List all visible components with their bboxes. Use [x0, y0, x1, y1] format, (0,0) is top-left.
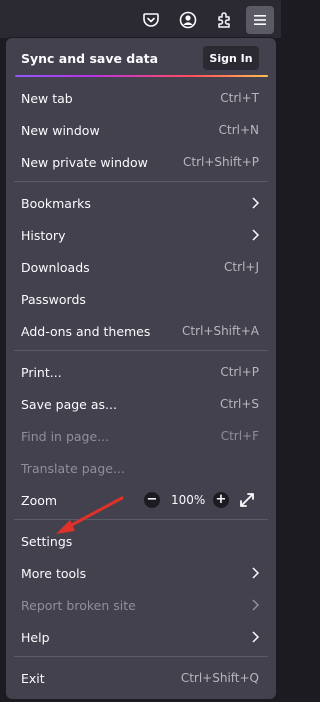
menu-item-label: Downloads	[21, 260, 90, 275]
menu-item-label: New window	[21, 123, 100, 138]
menu-item-bookmarks[interactable]: Bookmarks	[6, 188, 276, 218]
separator	[14, 656, 268, 657]
menu-item-new-private-window[interactable]: New private window Ctrl+Shift+P	[6, 147, 276, 177]
accent-divider	[15, 75, 268, 77]
sync-row[interactable]: Sync and save data Sign In	[6, 38, 276, 78]
separator	[14, 519, 268, 520]
shortcut-label: Ctrl+F	[220, 429, 259, 443]
menu-item-zoom: Zoom − 100% +	[6, 485, 276, 515]
account-icon	[179, 11, 197, 29]
menu-item-label: More tools	[21, 566, 87, 581]
chevron-right-icon	[252, 567, 260, 579]
menu-item-label: History	[21, 228, 66, 243]
extensions-button[interactable]	[211, 6, 239, 34]
zoom-out-button[interactable]: −	[144, 492, 160, 508]
pocket-icon	[143, 13, 159, 27]
browser-window: Sync and save data Sign In New tab Ctrl+…	[0, 0, 281, 702]
shortcut-label: Ctrl+J	[224, 260, 259, 274]
shortcut-label: Ctrl+Shift+A	[182, 324, 259, 338]
menu-item-print[interactable]: Print... Ctrl+P	[6, 357, 276, 387]
chevron-right-icon	[252, 229, 260, 241]
zoom-in-button[interactable]: +	[213, 492, 229, 508]
menu-item-downloads[interactable]: Downloads Ctrl+J	[6, 252, 276, 282]
menu-item-label: Zoom	[21, 493, 58, 508]
zoom-level[interactable]: 100%	[171, 493, 205, 507]
menu-item-passwords[interactable]: Passwords	[6, 284, 276, 314]
separator	[14, 350, 268, 351]
menu-item-label: Translate page...	[21, 461, 125, 476]
menu-item-report-broken-site[interactable]: Report broken site	[6, 590, 276, 620]
shortcut-label: Ctrl+N	[218, 123, 259, 137]
menu-item-addons-and-themes[interactable]: Add-ons and themes Ctrl+Shift+A	[6, 316, 276, 346]
account-button[interactable]	[174, 6, 202, 34]
menu-item-label: New private window	[21, 155, 148, 170]
menu-item-more-tools[interactable]: More tools	[6, 558, 276, 588]
separator	[14, 181, 268, 182]
menu-item-label: Settings	[21, 534, 73, 549]
menu-item-help[interactable]: Help	[6, 622, 276, 652]
menu-item-translate-page[interactable]: Translate page...	[6, 453, 276, 483]
shortcut-label: Ctrl+Shift+Q	[180, 671, 259, 685]
menu-item-exit[interactable]: Exit Ctrl+Shift+Q	[6, 663, 276, 693]
menu-item-label: Help	[21, 630, 50, 645]
shortcut-label: Ctrl+T	[220, 91, 259, 105]
menu-icon	[254, 15, 266, 25]
menu-item-find-in-page[interactable]: Find in page... Ctrl+F	[6, 421, 276, 451]
menu-item-settings[interactable]: Settings	[6, 526, 276, 556]
shortcut-label: Ctrl+P	[220, 365, 259, 379]
sign-in-button[interactable]: Sign In	[203, 46, 259, 70]
menu-item-label: New tab	[21, 91, 73, 106]
menu-item-label: Exit	[21, 671, 45, 686]
app-menu-panel: Sync and save data Sign In New tab Ctrl+…	[6, 38, 276, 699]
pocket-button[interactable]	[137, 6, 165, 34]
shortcut-label: Ctrl+Shift+P	[183, 155, 259, 169]
menu-item-label: Save page as...	[21, 397, 117, 412]
toolbar	[0, 0, 281, 38]
menu-item-new-window[interactable]: New window Ctrl+N	[6, 115, 276, 145]
app-menu-button[interactable]	[246, 6, 274, 34]
menu-item-history[interactable]: History	[6, 220, 276, 250]
menu-item-label: Passwords	[21, 292, 86, 307]
chevron-right-icon	[252, 197, 260, 209]
menu-item-new-tab[interactable]: New tab Ctrl+T	[6, 83, 276, 113]
chevron-right-icon	[252, 599, 260, 611]
menu-item-label: Print...	[21, 365, 62, 380]
shortcut-label: Ctrl+S	[219, 397, 259, 411]
menu-item-label: Report broken site	[21, 598, 136, 613]
extensions-icon	[218, 12, 230, 28]
chevron-right-icon	[252, 631, 260, 643]
menu-item-label: Find in page...	[21, 429, 110, 444]
menu-item-label: Add-ons and themes	[21, 324, 151, 339]
menu-item-label: Bookmarks	[21, 196, 91, 211]
fullscreen-icon[interactable]	[238, 491, 256, 509]
menu-item-save-page-as[interactable]: Save page as... Ctrl+S	[6, 389, 276, 419]
sync-label: Sync and save data	[21, 51, 159, 66]
